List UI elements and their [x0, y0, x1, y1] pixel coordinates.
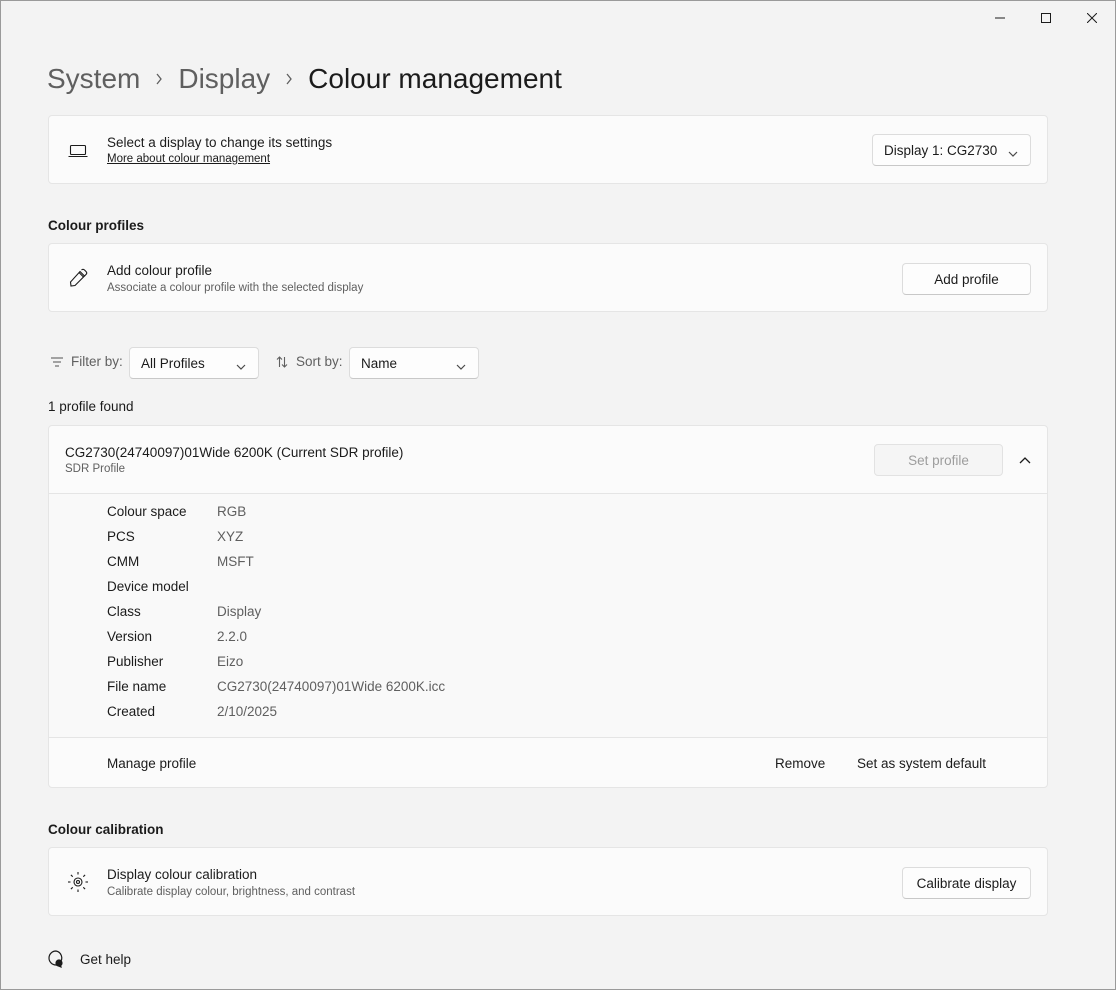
property-row: Device model — [107, 579, 707, 604]
breadcrumb: System Display Colour management — [47, 59, 562, 99]
close-button[interactable] — [1069, 1, 1115, 35]
minimize-button[interactable] — [977, 1, 1023, 35]
more-about-colour-link[interactable]: More about colour management — [107, 153, 270, 165]
property-value: MSFT — [217, 554, 254, 569]
profile-details-divider — [49, 737, 1047, 738]
laptop-icon — [67, 140, 89, 162]
page-title: Colour management — [308, 63, 562, 94]
property-key: CMM — [107, 554, 140, 569]
window-controls — [977, 1, 1115, 35]
colour-profiles-heading: Colour profiles — [48, 218, 145, 233]
sort-label-text: Sort by: — [296, 354, 343, 369]
property-key: PCS — [107, 529, 135, 544]
calibration-title: Display colour calibration — [107, 867, 258, 882]
add-profile-button[interactable]: Add profile — [902, 263, 1031, 295]
maximize-button[interactable] — [1023, 1, 1069, 35]
collapse-button[interactable] — [1009, 444, 1041, 476]
filter-label-text: Filter by: — [71, 354, 123, 369]
property-row: Colour space RGB — [107, 504, 707, 529]
filter-dropdown-value: All Profiles — [141, 355, 205, 371]
filter-label: Filter by: — [51, 354, 123, 369]
filter-dropdown[interactable]: All Profiles — [129, 347, 259, 379]
display-dropdown-value: Display 1: CG2730 — [884, 142, 998, 158]
display-select-title: Select a display to change its settings — [107, 135, 333, 150]
property-key: Publisher — [107, 654, 164, 669]
chevron-down-icon — [1008, 146, 1018, 161]
display-dropdown[interactable]: Display 1: CG2730 — [872, 134, 1031, 166]
property-value: XYZ — [217, 529, 244, 544]
property-row: File name CG2730(24740097)01Wide 6200K.ic… — [107, 679, 707, 704]
set-profile-button[interactable]: Set profile — [874, 444, 1003, 476]
profile-expander: CG2730(24740097)01Wide 6200K (Current SD… — [48, 425, 1048, 788]
profile-type: SDR Profile — [65, 463, 126, 475]
property-row: Publisher Eizo — [107, 654, 707, 679]
minimize-icon — [995, 17, 1005, 19]
property-row: CMM MSFT — [107, 554, 707, 579]
display-select-card: Select a display to change its settings … — [48, 115, 1048, 184]
sort-icon — [276, 355, 288, 368]
profile-name: CG2730(24740097)01Wide 6200K (Current SD… — [65, 445, 404, 460]
add-colour-profile-card: Add colour profile Associate a colour pr… — [48, 243, 1048, 312]
breadcrumb-system[interactable]: System — [47, 63, 140, 95]
property-row: Version 2.2.0 — [107, 629, 707, 654]
calibrate-display-button[interactable]: Calibrate display — [902, 867, 1031, 899]
close-icon — [1087, 13, 1097, 23]
remove-button[interactable]: Remove — [775, 756, 825, 771]
set-system-default-button[interactable]: Set as system default — [857, 756, 986, 771]
display-calibration-card: Display colour calibration Calibrate dis… — [48, 847, 1048, 916]
property-key: Device model — [107, 579, 189, 594]
add-colour-profile-description: Associate a colour profile with the sele… — [107, 282, 364, 294]
chevron-up-icon — [1019, 457, 1031, 464]
chevron-right-icon — [155, 73, 163, 85]
property-value: Eizo — [217, 654, 244, 669]
add-colour-profile-title: Add colour profile — [107, 263, 213, 278]
profile-count: 1 profile found — [48, 399, 134, 414]
maximize-icon — [1041, 13, 1051, 23]
property-key: File name — [107, 679, 167, 694]
sort-label: Sort by: — [276, 354, 343, 369]
property-key: Colour space — [107, 504, 187, 519]
property-value: RGB — [217, 504, 247, 519]
breadcrumb-display[interactable]: Display — [178, 63, 270, 95]
get-help-label: Get help — [80, 951, 132, 967]
sort-dropdown[interactable]: Name — [349, 347, 479, 379]
property-value: 2/10/2025 — [217, 704, 278, 719]
property-value: Display — [217, 604, 262, 619]
property-key: Created — [107, 704, 156, 719]
property-row: Created 2/10/2025 — [107, 704, 707, 729]
chevron-down-icon — [236, 359, 246, 374]
sort-dropdown-value: Name — [361, 355, 398, 371]
help-icon — [48, 950, 63, 968]
chevron-down-icon — [456, 359, 466, 374]
property-key: Version — [107, 629, 153, 644]
calibration-description: Calibrate display colour, brightness, an… — [107, 886, 356, 898]
property-value: 2.2.0 — [217, 629, 248, 644]
brightness-icon — [67, 871, 89, 893]
filter-icon — [51, 356, 63, 367]
property-value: CG2730(24740097)01Wide 6200K.icc — [217, 679, 446, 694]
colour-calibration-heading: Colour calibration — [48, 822, 164, 837]
chevron-right-icon — [285, 73, 293, 85]
property-row: PCS XYZ — [107, 529, 707, 554]
profile-details: Colour space RGB PCS XYZ CMM MSFT Device model… — [49, 494, 1047, 737]
property-row: Class Display — [107, 604, 707, 629]
get-help-link[interactable]: Get help — [47, 949, 131, 969]
property-key: Class — [107, 604, 141, 619]
eyedropper-icon — [67, 267, 89, 289]
manage-profile-label: Manage profile — [107, 756, 197, 771]
profile-header[interactable]: CG2730(24740097)01Wide 6200K (Current SD… — [49, 426, 1047, 493]
